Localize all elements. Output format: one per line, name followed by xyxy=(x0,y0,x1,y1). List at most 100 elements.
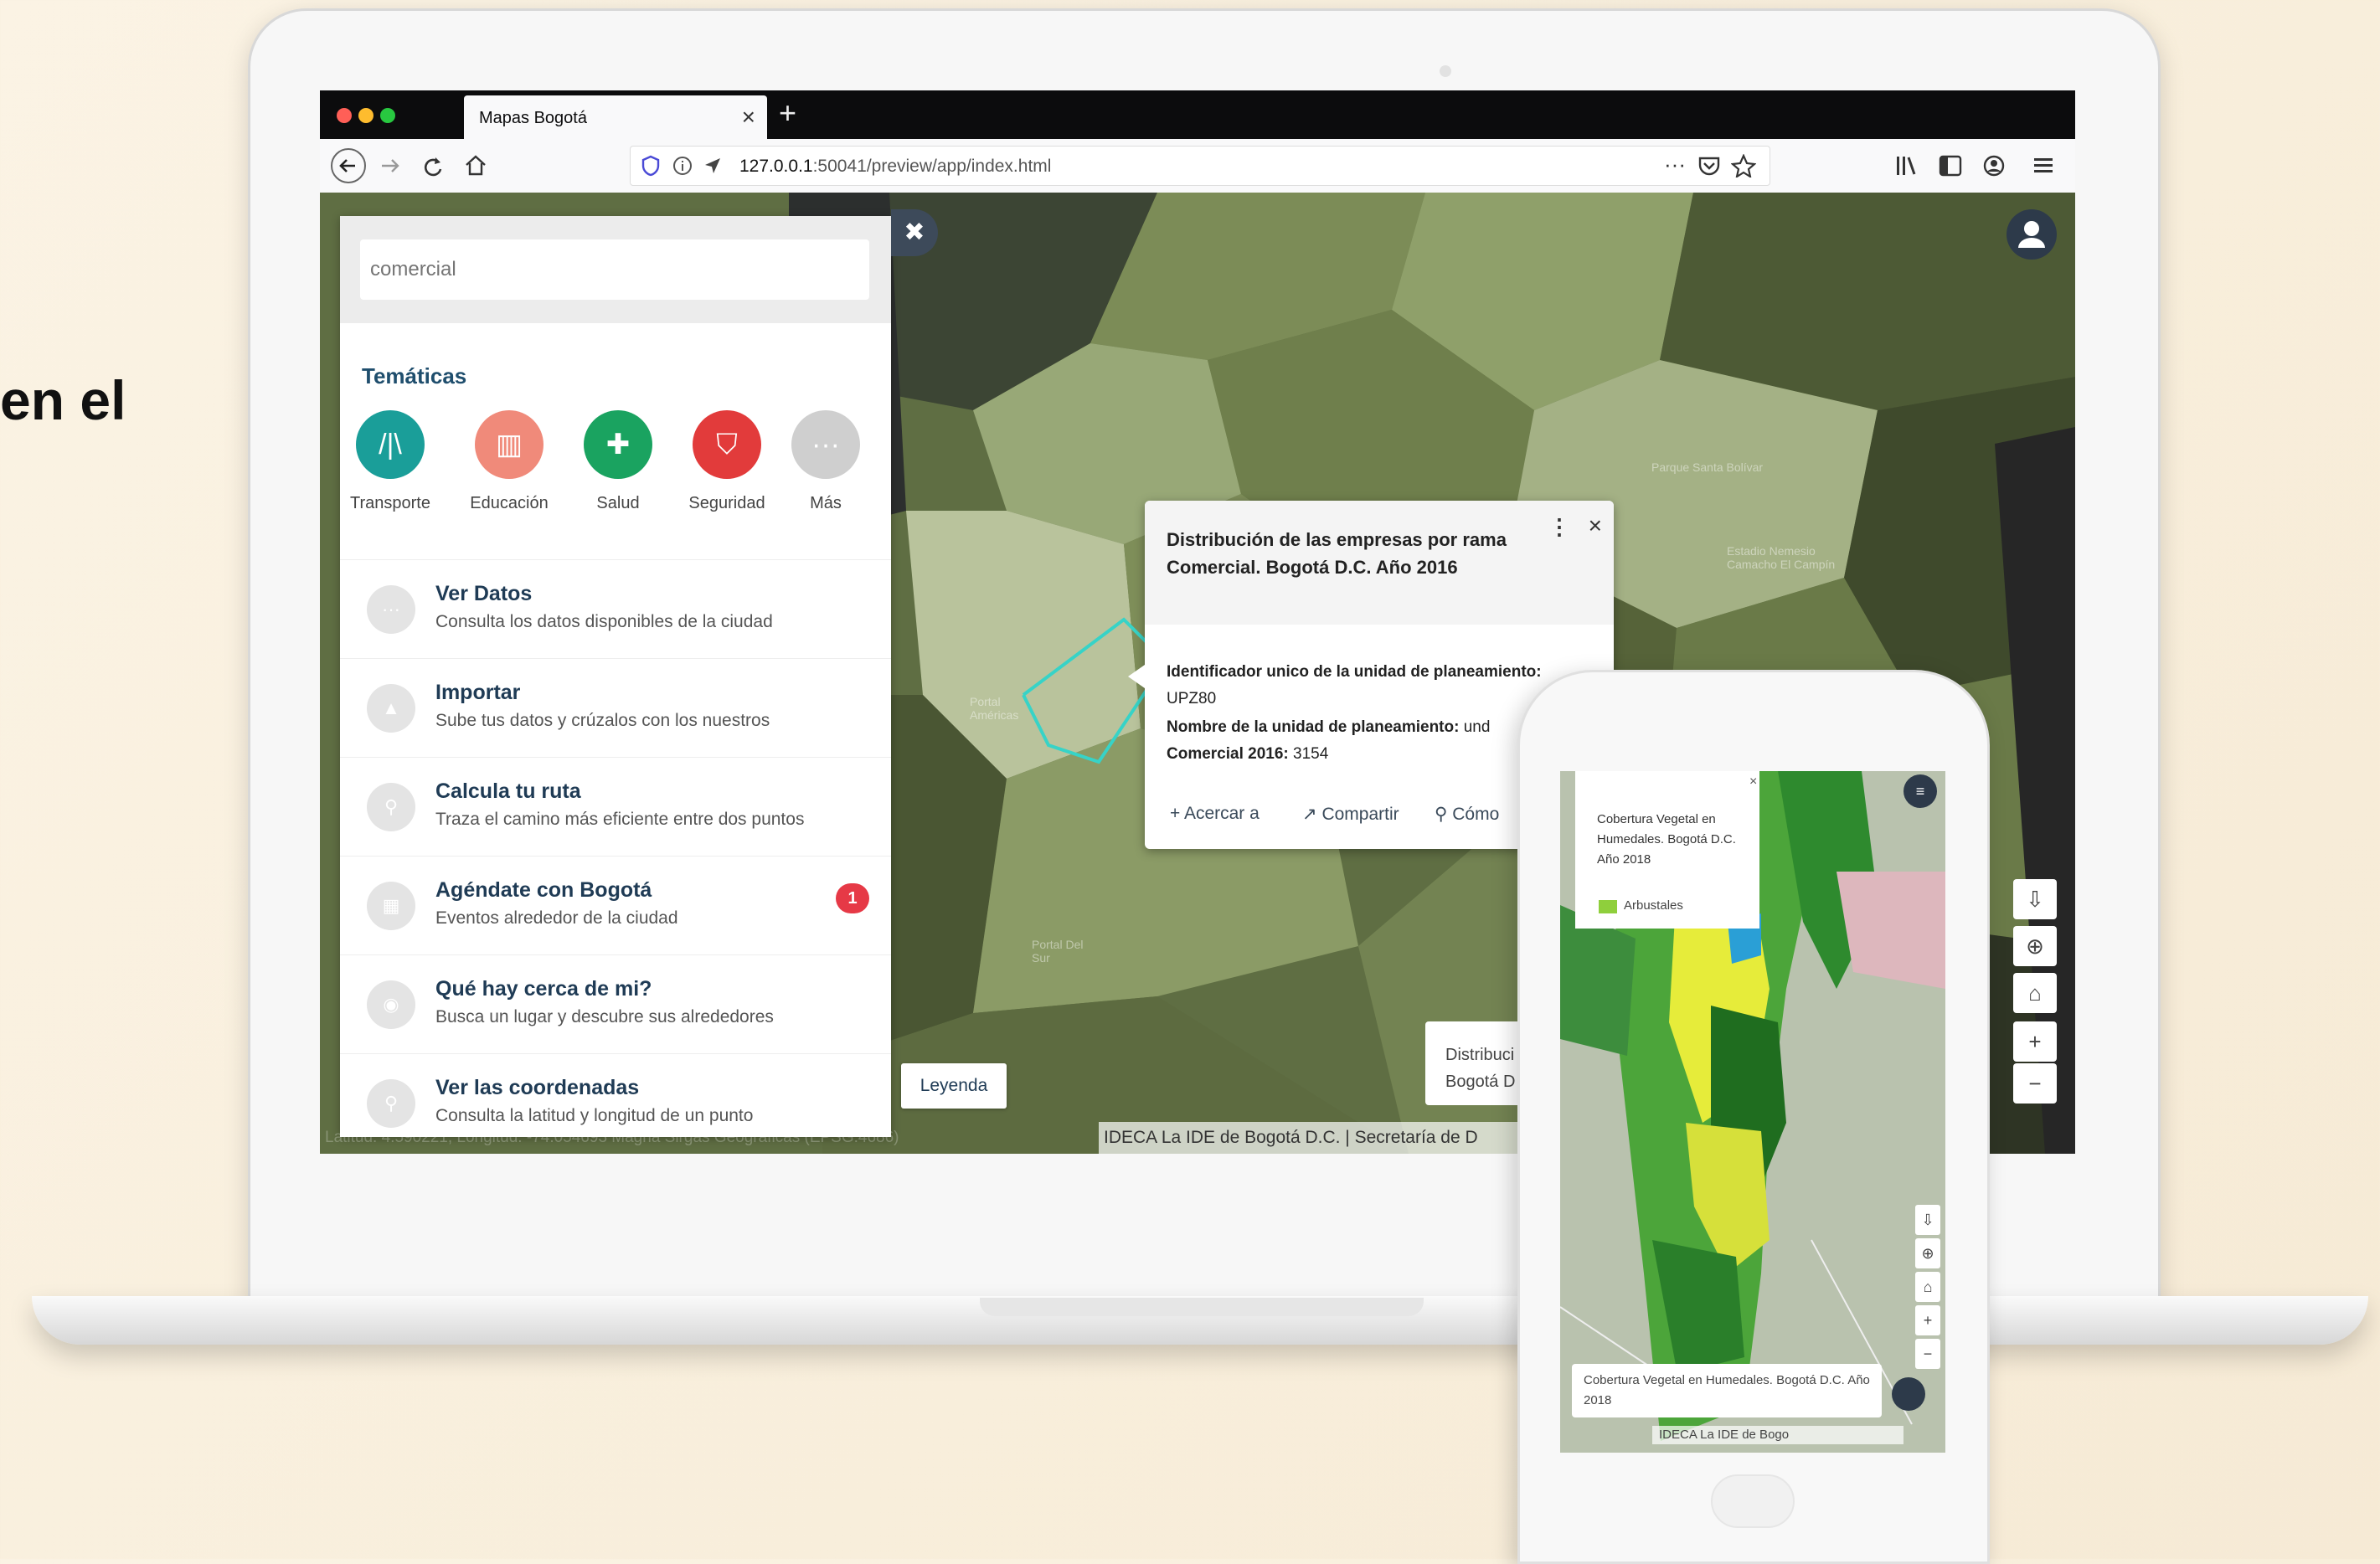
user-button[interactable] xyxy=(2007,209,2057,260)
directions-action[interactable]: ⚲ Cómo xyxy=(1435,804,1499,825)
new-tab-button[interactable]: + xyxy=(779,95,796,131)
coordinates-status: Latitud: 4.590221, Longitud: -74.054693 … xyxy=(325,1129,899,1146)
window-close-dot[interactable] xyxy=(337,108,352,123)
shield-icon: ⛉ xyxy=(693,410,761,479)
browser-tab-bar: Mapas Bogotá × + xyxy=(320,90,2075,139)
book-icon: ▥ xyxy=(475,410,543,479)
tematica-mas[interactable]: ··· Más xyxy=(775,410,876,513)
calendar-icon: ▦ xyxy=(367,882,415,930)
phone-attribution: IDECA La IDE de Bogo xyxy=(1652,1426,1903,1444)
menu-item-agendate[interactable]: ▦ Agéndate con Bogotá Eventos alrededor … xyxy=(340,856,891,955)
home-view-icon[interactable]: ⌂ xyxy=(2013,973,2057,1013)
popup-field-label: Identificador unico de la unidad de plan… xyxy=(1167,663,1542,681)
bookmark-star-icon[interactable] xyxy=(1731,154,1756,177)
item-title: Importar xyxy=(435,681,521,704)
menu-item-importar[interactable]: ▲ Importar Sube tus datos y crúzalos con… xyxy=(340,658,891,758)
item-subtitle: Traza el camino más eficiente entre dos … xyxy=(435,810,805,829)
reload-icon[interactable] xyxy=(419,152,446,179)
window-maximize-dot[interactable] xyxy=(380,108,395,123)
share-action[interactable]: ↗ Compartir xyxy=(1302,804,1399,825)
road-icon: /|\ xyxy=(356,410,425,479)
nearby-icon: ◉ xyxy=(367,980,415,1029)
plus-icon: + xyxy=(1170,804,1181,823)
zoom-in-button[interactable]: + xyxy=(1915,1305,1940,1335)
map-label: Parque Santa Bolívar xyxy=(1651,460,1764,474)
zoom-out-button[interactable]: − xyxy=(2013,1063,2057,1104)
zoom-out-button[interactable]: − xyxy=(1915,1339,1940,1369)
laptop-notch xyxy=(980,1298,1424,1316)
tematica-salud[interactable]: ✚ Salud xyxy=(568,410,668,513)
tematica-educacion[interactable]: ▥ Educación xyxy=(459,410,559,513)
phone-popup-close-icon[interactable]: × xyxy=(1749,774,1757,790)
tematica-label: Salud xyxy=(596,494,640,512)
sidebar-icon[interactable] xyxy=(1938,154,1963,177)
phone-user-icon[interactable] xyxy=(1892,1377,1925,1411)
popup-header: Distribución de las empresas por rama Co… xyxy=(1145,501,1614,625)
url-bar[interactable]: 127.0.0.1:50041/preview/app/index.html ·… xyxy=(630,146,1770,186)
pin-icon: ⚲ xyxy=(367,1079,415,1128)
laptop-camera xyxy=(1440,65,1451,77)
info-icon[interactable] xyxy=(672,156,693,176)
home-view-icon[interactable]: ⌂ xyxy=(1915,1272,1940,1302)
map-label: Portal Américas xyxy=(970,695,1019,722)
account-icon[interactable] xyxy=(1981,154,2007,177)
map-label: Portal Del Sur xyxy=(1032,938,1084,965)
library-icon[interactable] xyxy=(1894,154,1919,177)
popup-field-label: Comercial 2016: xyxy=(1167,745,1289,763)
menu-item-ver-datos[interactable]: ··· Ver Datos Consulta los datos disponi… xyxy=(340,559,891,659)
popup-title: Distribución de las empresas por rama Co… xyxy=(1167,529,1507,578)
phone-menu-icon[interactable]: ≡ xyxy=(1903,774,1937,808)
tracking-shield-icon[interactable] xyxy=(641,155,661,177)
zoom-in-button[interactable]: + xyxy=(2013,1021,2057,1062)
background-heading-fragment: en el xyxy=(0,369,126,431)
menu-item-cerca[interactable]: ◉ Qué hay cerca de mi? Busca un lugar y … xyxy=(340,954,891,1054)
medkit-icon: ✚ xyxy=(584,410,652,479)
tematica-transporte[interactable]: /|\ Transporte xyxy=(340,410,440,513)
back-icon[interactable] xyxy=(330,147,367,184)
upload-icon: ▲ xyxy=(367,684,415,733)
tab-close-icon[interactable]: × xyxy=(742,104,755,131)
tematica-seguridad[interactable]: ⛉ Seguridad xyxy=(677,410,777,513)
item-subtitle: Eventos alrededor de la ciudad xyxy=(435,908,678,928)
download-icon[interactable]: ⇩ xyxy=(2013,879,2057,919)
popup-close-icon[interactable]: × xyxy=(1589,512,1602,539)
route-icon: ⚲ xyxy=(367,783,415,831)
side-panel: Temáticas /|\ Transporte ▥ Educación ✚ S… xyxy=(340,216,891,1137)
phone-popup-legend: Arbustales xyxy=(1624,898,1683,913)
url-path: :50041/preview/app/index.html xyxy=(812,157,1052,176)
tematica-label: Educación xyxy=(470,494,549,512)
zoom-to-action[interactable]: + Acercar a xyxy=(1170,804,1260,824)
dots-icon: ··· xyxy=(367,585,415,634)
url-text: 127.0.0.1:50041/preview/app/index.html xyxy=(739,157,1051,177)
phone-home-button[interactable] xyxy=(1711,1474,1795,1528)
item-title: Calcula tu ruta xyxy=(435,779,581,803)
locate-icon[interactable]: ⊕ xyxy=(2013,926,2057,966)
phone-legend-bar[interactable]: Cobertura Vegetal en Humedales. Bogotá D… xyxy=(1572,1364,1882,1417)
item-title: Ver las coordenadas xyxy=(435,1076,640,1099)
pocket-icon[interactable] xyxy=(1697,155,1721,177)
legend-button[interactable]: Leyenda xyxy=(901,1063,1007,1109)
close-panel-button[interactable]: ✖ xyxy=(891,209,938,256)
page-actions-icon[interactable]: ··· xyxy=(1664,152,1686,177)
phone-screen: × Cobertura Vegetal en Humedales. Bogotá… xyxy=(1560,771,1945,1453)
item-subtitle: Consulta los datos disponibles de la ciu… xyxy=(435,612,773,631)
item-title: Agéndate con Bogotá xyxy=(435,878,652,902)
browser-toolbar: 127.0.0.1:50041/preview/app/index.html ·… xyxy=(320,139,2075,193)
browser-tab[interactable]: Mapas Bogotá × xyxy=(464,95,767,139)
popup-field-value: 3154 xyxy=(1293,745,1329,763)
tematica-label: Más xyxy=(810,494,842,512)
more-icon: ··· xyxy=(791,410,860,479)
forward-icon[interactable] xyxy=(377,152,404,179)
window-minimize-dot[interactable] xyxy=(358,108,373,123)
search-input[interactable] xyxy=(360,239,869,300)
popup-menu-icon[interactable]: ⋮ xyxy=(1548,514,1570,540)
popup-field-value: UPZ80 xyxy=(1167,690,1217,707)
url-host: 127.0.0.1 xyxy=(739,157,813,176)
menu-item-calcula-ruta[interactable]: ⚲ Calcula tu ruta Traza el camino más ef… xyxy=(340,757,891,857)
home-icon[interactable] xyxy=(462,152,489,179)
menu-icon[interactable] xyxy=(2032,154,2055,177)
locate-icon[interactable]: ⊕ xyxy=(1915,1238,1940,1268)
download-icon[interactable]: ⇩ xyxy=(1915,1205,1940,1235)
phone-popup-title: Cobertura Vegetal en Humedales. Bogotá D… xyxy=(1597,812,1736,867)
location-arrow-icon[interactable] xyxy=(703,156,723,176)
